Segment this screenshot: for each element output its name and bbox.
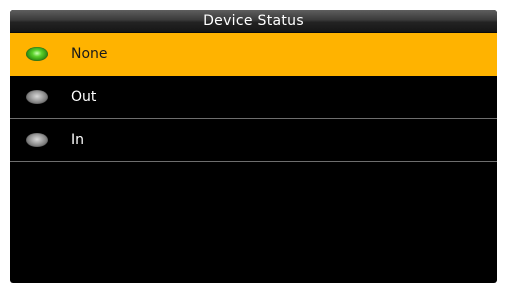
option-label: In [71,132,85,148]
option-none[interactable]: None [10,33,497,76]
radio-unselected-icon[interactable] [26,90,48,104]
radio-unselected-icon[interactable] [26,133,48,147]
radio-selected-icon[interactable] [26,47,48,61]
option-out[interactable]: Out [10,76,497,119]
option-label: None [71,46,108,62]
page-title: Device Status [10,10,497,33]
option-in[interactable]: In [10,119,497,162]
status-option-list: None Out In [10,33,497,162]
device-screen: Device Status None Out In [10,10,497,283]
option-label: Out [71,89,97,105]
